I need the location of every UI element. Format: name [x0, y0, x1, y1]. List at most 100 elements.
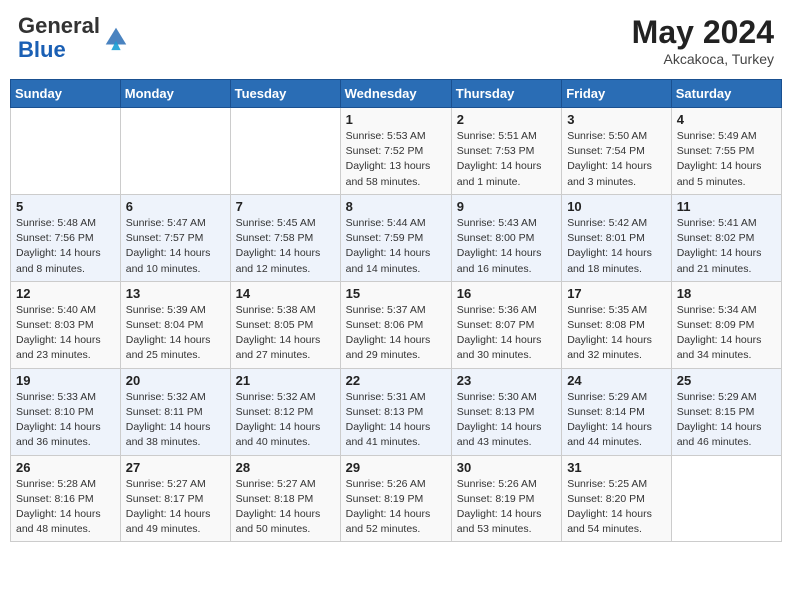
day-info: Sunrise: 5:44 AMSunset: 7:59 PMDaylight:…	[346, 216, 446, 277]
day-info: Sunrise: 5:41 AMSunset: 8:02 PMDaylight:…	[677, 216, 776, 277]
day-number: 17	[567, 286, 666, 301]
calendar-week-3: 12 Sunrise: 5:40 AMSunset: 8:03 PMDayligh…	[11, 281, 782, 368]
day-number: 10	[567, 199, 666, 214]
calendar-cell: 10 Sunrise: 5:42 AMSunset: 8:01 PMDayligh…	[562, 194, 672, 281]
day-info: Sunrise: 5:35 AMSunset: 8:08 PMDaylight:…	[567, 303, 666, 364]
calendar-cell: 8 Sunrise: 5:44 AMSunset: 7:59 PMDaylight…	[340, 194, 451, 281]
calendar-cell: 12 Sunrise: 5:40 AMSunset: 8:03 PMDayligh…	[11, 281, 121, 368]
day-info: Sunrise: 5:26 AMSunset: 8:19 PMDaylight:…	[346, 477, 446, 538]
day-info: Sunrise: 5:42 AMSunset: 8:01 PMDaylight:…	[567, 216, 666, 277]
calendar-cell: 24 Sunrise: 5:29 AMSunset: 8:14 PMDayligh…	[562, 368, 672, 455]
day-number: 30	[457, 460, 556, 475]
calendar-cell: 7 Sunrise: 5:45 AMSunset: 7:58 PMDaylight…	[230, 194, 340, 281]
day-number: 22	[346, 373, 446, 388]
day-number: 25	[677, 373, 776, 388]
day-info: Sunrise: 5:40 AMSunset: 8:03 PMDaylight:…	[16, 303, 115, 364]
calendar-cell: 25 Sunrise: 5:29 AMSunset: 8:15 PMDayligh…	[671, 368, 781, 455]
day-info: Sunrise: 5:38 AMSunset: 8:05 PMDaylight:…	[236, 303, 335, 364]
day-number: 18	[677, 286, 776, 301]
calendar-cell: 31 Sunrise: 5:25 AMSunset: 8:20 PMDayligh…	[562, 455, 672, 542]
day-number: 29	[346, 460, 446, 475]
day-number: 26	[16, 460, 115, 475]
day-info: Sunrise: 5:27 AMSunset: 8:18 PMDaylight:…	[236, 477, 335, 538]
day-number: 12	[16, 286, 115, 301]
day-number: 9	[457, 199, 556, 214]
month-year-title: May 2024	[632, 14, 774, 51]
calendar-cell	[671, 455, 781, 542]
calendar-cell	[11, 108, 121, 195]
day-number: 6	[126, 199, 225, 214]
calendar-cell: 9 Sunrise: 5:43 AMSunset: 8:00 PMDaylight…	[451, 194, 561, 281]
day-info: Sunrise: 5:29 AMSunset: 8:14 PMDaylight:…	[567, 390, 666, 451]
day-info: Sunrise: 5:31 AMSunset: 8:13 PMDaylight:…	[346, 390, 446, 451]
day-number: 1	[346, 112, 446, 127]
calendar-table: SundayMondayTuesdayWednesdayThursdayFrid…	[10, 79, 782, 542]
day-info: Sunrise: 5:43 AMSunset: 8:00 PMDaylight:…	[457, 216, 556, 277]
calendar-cell: 1 Sunrise: 5:53 AMSunset: 7:52 PMDaylight…	[340, 108, 451, 195]
day-info: Sunrise: 5:53 AMSunset: 7:52 PMDaylight:…	[346, 129, 446, 190]
day-number: 7	[236, 199, 335, 214]
day-number: 27	[126, 460, 225, 475]
day-number: 21	[236, 373, 335, 388]
day-info: Sunrise: 5:49 AMSunset: 7:55 PMDaylight:…	[677, 129, 776, 190]
calendar-cell: 20Sunrise: 5:32 AMSunset: 8:11 PMDayligh…	[120, 368, 230, 455]
day-number: 31	[567, 460, 666, 475]
calendar-cell: 16Sunrise: 5:36 AMSunset: 8:07 PMDayligh…	[451, 281, 561, 368]
day-number: 23	[457, 373, 556, 388]
day-info: Sunrise: 5:39 AMSunset: 8:04 PMDaylight:…	[126, 303, 225, 364]
day-number: 28	[236, 460, 335, 475]
weekday-header-sunday: Sunday	[11, 80, 121, 108]
calendar-cell: 11 Sunrise: 5:41 AMSunset: 8:02 PMDayligh…	[671, 194, 781, 281]
day-info: Sunrise: 5:27 AMSunset: 8:17 PMDaylight:…	[126, 477, 225, 538]
calendar-cell	[120, 108, 230, 195]
calendar-week-4: 19Sunrise: 5:33 AMSunset: 8:10 PMDayligh…	[11, 368, 782, 455]
day-number: 15	[346, 286, 446, 301]
day-info: Sunrise: 5:51 AMSunset: 7:53 PMDaylight:…	[457, 129, 556, 190]
day-number: 14	[236, 286, 335, 301]
day-number: 13	[126, 286, 225, 301]
day-info: Sunrise: 5:29 AMSunset: 8:15 PMDaylight:…	[677, 390, 776, 451]
day-info: Sunrise: 5:30 AMSunset: 8:13 PMDaylight:…	[457, 390, 556, 451]
calendar-cell: 17 Sunrise: 5:35 AMSunset: 8:08 PMDayligh…	[562, 281, 672, 368]
calendar-cell: 6Sunrise: 5:47 AMSunset: 7:57 PMDaylight…	[120, 194, 230, 281]
day-info: Sunrise: 5:50 AMSunset: 7:54 PMDaylight:…	[567, 129, 666, 190]
calendar-cell: 30 Sunrise: 5:26 AMSunset: 8:19 PMDayligh…	[451, 455, 561, 542]
calendar-week-1: 1 Sunrise: 5:53 AMSunset: 7:52 PMDaylight…	[11, 108, 782, 195]
weekday-header-monday: Monday	[120, 80, 230, 108]
calendar-cell: 23 Sunrise: 5:30 AMSunset: 8:13 PMDayligh…	[451, 368, 561, 455]
calendar-cell: 28 Sunrise: 5:27 AMSunset: 8:18 PMDayligh…	[230, 455, 340, 542]
day-number: 11	[677, 199, 776, 214]
weekday-header-saturday: Saturday	[671, 80, 781, 108]
day-number: 2	[457, 112, 556, 127]
weekday-header-tuesday: Tuesday	[230, 80, 340, 108]
calendar-cell: 14 Sunrise: 5:38 AMSunset: 8:05 PMDayligh…	[230, 281, 340, 368]
weekday-header-wednesday: Wednesday	[340, 80, 451, 108]
day-number: 16	[457, 286, 556, 301]
calendar-cell: 13 Sunrise: 5:39 AMSunset: 8:04 PMDayligh…	[120, 281, 230, 368]
logo: General Blue	[18, 14, 130, 62]
calendar-header: SundayMondayTuesdayWednesdayThursdayFrid…	[11, 80, 782, 108]
calendar-cell: 29 Sunrise: 5:26 AMSunset: 8:19 PMDayligh…	[340, 455, 451, 542]
day-number: 8	[346, 199, 446, 214]
calendar-cell: 2 Sunrise: 5:51 AMSunset: 7:53 PMDaylight…	[451, 108, 561, 195]
calendar-cell: 22 Sunrise: 5:31 AMSunset: 8:13 PMDayligh…	[340, 368, 451, 455]
title-block: May 2024 Akcakoca, Turkey	[632, 14, 774, 67]
calendar-cell: 21Sunrise: 5:32 AMSunset: 8:12 PMDayligh…	[230, 368, 340, 455]
calendar-week-2: 5Sunrise: 5:48 AMSunset: 7:56 PMDaylight…	[11, 194, 782, 281]
day-info: Sunrise: 5:48 AMSunset: 7:56 PMDaylight:…	[16, 216, 115, 277]
day-info: Sunrise: 5:45 AMSunset: 7:58 PMDaylight:…	[236, 216, 335, 277]
calendar-cell: 15 Sunrise: 5:37 AMSunset: 8:06 PMDayligh…	[340, 281, 451, 368]
day-info: Sunrise: 5:26 AMSunset: 8:19 PMDaylight:…	[457, 477, 556, 538]
logo-general: General	[18, 13, 100, 38]
day-info: Sunrise: 5:33 AMSunset: 8:10 PMDaylight:…	[16, 390, 115, 451]
calendar-cell: 18Sunrise: 5:34 AMSunset: 8:09 PMDayligh…	[671, 281, 781, 368]
day-info: Sunrise: 5:25 AMSunset: 8:20 PMDaylight:…	[567, 477, 666, 538]
calendar-cell: 4 Sunrise: 5:49 AMSunset: 7:55 PMDaylight…	[671, 108, 781, 195]
day-number: 4	[677, 112, 776, 127]
calendar-cell: 3Sunrise: 5:50 AMSunset: 7:54 PMDaylight…	[562, 108, 672, 195]
day-number: 24	[567, 373, 666, 388]
logo-blue: Blue	[18, 37, 66, 62]
page-header: General Blue May 2024 Akcakoca, Turkey	[10, 10, 782, 71]
calendar-week-5: 26Sunrise: 5:28 AMSunset: 8:16 PMDayligh…	[11, 455, 782, 542]
day-info: Sunrise: 5:37 AMSunset: 8:06 PMDaylight:…	[346, 303, 446, 364]
